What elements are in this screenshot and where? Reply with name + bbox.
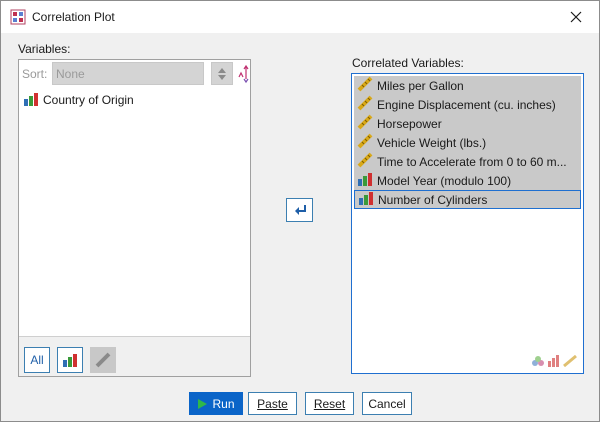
variables-list[interactable]: Sort: None Country of Origin All <box>18 59 251 377</box>
bar-chart-nominal-icon <box>23 92 39 109</box>
list-item[interactable]: Miles per Gallon <box>354 76 581 95</box>
reset-button[interactable]: Reset <box>305 392 354 415</box>
sort-select[interactable]: None <box>52 62 204 85</box>
list-item-label: Time to Accelerate from 0 to 60 m... <box>377 154 567 169</box>
list-item-label: Miles per Gallon <box>377 78 464 93</box>
sort-value: None <box>56 67 85 81</box>
variables-label: Variables: <box>18 42 71 56</box>
bar-chart-ordinal-icon <box>357 172 373 189</box>
play-icon <box>198 398 208 409</box>
bar-chart-ordinal-icon <box>548 355 559 367</box>
paste-button[interactable]: Paste <box>248 392 297 415</box>
cancel-label: Cancel <box>368 396 406 411</box>
filter-all-label: All <box>30 353 44 367</box>
list-item-label: Model Year (modulo 100) <box>377 173 512 188</box>
sort-spinner[interactable] <box>211 62 233 85</box>
cancel-button[interactable]: Cancel <box>362 392 412 415</box>
list-item[interactable]: Number of Cylinders <box>354 190 581 209</box>
run-button[interactable]: Run <box>189 392 243 415</box>
ruler-scale-icon <box>357 152 373 171</box>
measurement-level-legend <box>531 355 577 367</box>
filter-all-button[interactable]: All <box>24 347 50 373</box>
list-item[interactable]: Engine Displacement (cu. inches) <box>354 95 581 114</box>
sort-label: Sort: <box>22 67 48 81</box>
ruler-scale-icon <box>357 76 373 95</box>
paste-label: Paste <box>257 396 288 411</box>
list-item-label: Vehicle Weight (lbs.) <box>377 135 487 150</box>
list-item-label: Number of Cylinders <box>378 192 488 207</box>
list-item[interactable]: Model Year (modulo 100) <box>354 171 581 190</box>
window-title: Correlation Plot <box>32 10 115 24</box>
list-item-label: Horsepower <box>377 116 442 131</box>
move-variable-button[interactable] <box>286 198 313 222</box>
correlation-plot-icon <box>10 9 26 25</box>
correlation-plot-dialog: Correlation Plot Variables: Sort: None C… <box>0 0 600 422</box>
list-item[interactable]: Horsepower <box>354 114 581 133</box>
list-item[interactable]: Time to Accelerate from 0 to 60 m... <box>354 152 581 171</box>
sort-order-button[interactable] <box>237 63 251 85</box>
variables-filter-bar: All <box>19 336 250 376</box>
list-item-label: Country of Origin <box>43 93 134 107</box>
run-label: Run <box>212 396 235 411</box>
title-bar: Correlation Plot <box>1 1 599 33</box>
nominal-circles-icon <box>532 356 544 366</box>
sort-ascending-icon <box>238 64 249 84</box>
list-item[interactable]: Vehicle Weight (lbs.) <box>354 133 581 152</box>
close-button[interactable] <box>553 1 599 33</box>
ruler-scale-icon <box>357 95 373 114</box>
filter-categorical-button[interactable] <box>57 347 83 373</box>
bar-chart-ordinal-icon <box>358 191 374 208</box>
move-left-arrow-icon <box>294 205 306 215</box>
reset-label: Reset <box>313 396 346 411</box>
ruler-scale-icon <box>357 114 373 133</box>
close-icon <box>570 11 582 23</box>
bar-chart-nominal-icon <box>63 354 77 367</box>
correlated-variables-label: Correlated Variables: <box>352 56 464 70</box>
list-item-label: Engine Displacement (cu. inches) <box>377 97 556 112</box>
sort-row: Sort: None <box>19 60 250 88</box>
filter-scale-button[interactable] <box>90 347 116 373</box>
correlated-variables-list[interactable]: Miles per Gallon Engine Displacement (cu… <box>351 73 584 374</box>
up-down-icon <box>218 67 226 80</box>
ruler-scale-icon <box>95 352 111 368</box>
ruler-scale-icon <box>563 355 577 367</box>
list-item[interactable]: Country of Origin <box>23 91 134 109</box>
ruler-scale-icon <box>357 133 373 152</box>
